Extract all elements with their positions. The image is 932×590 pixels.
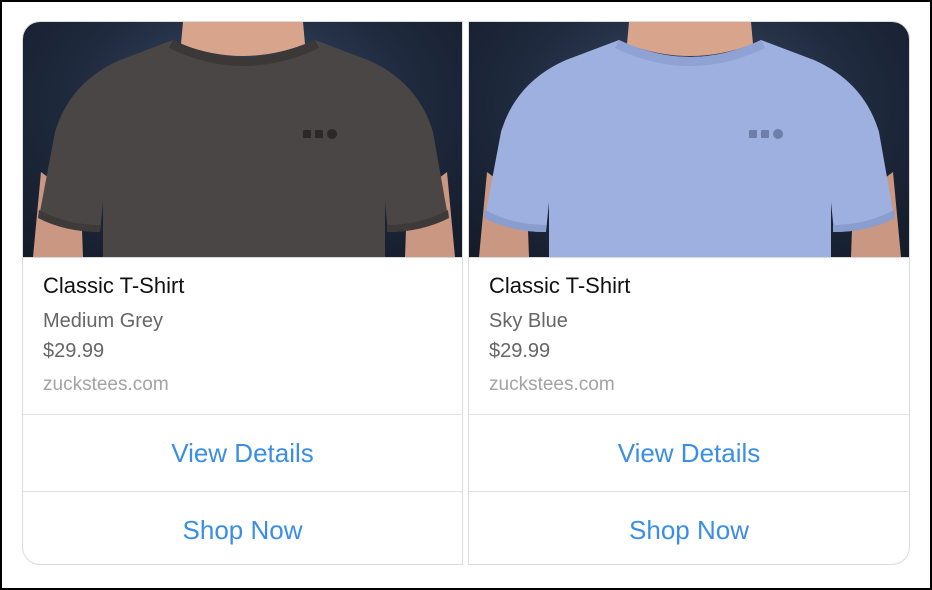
- view-details-button[interactable]: View Details: [23, 414, 462, 491]
- store-domain: zuckstees.com: [489, 374, 615, 395]
- product-card[interactable]: Classic T-Shirt Sky Blue $29.99 zuckstee…: [468, 21, 910, 565]
- tshirt-photo: [33, 22, 455, 257]
- product-price: $29.99: [43, 340, 105, 362]
- product-image[interactable]: [469, 22, 909, 258]
- product-title: Classic T-Shirt: [489, 273, 631, 298]
- product-image[interactable]: [23, 22, 462, 258]
- product-title: Classic T-Shirt: [43, 273, 185, 298]
- product-card[interactable]: Classic T-Shirt Medium Grey $29.99 zucks…: [22, 21, 463, 565]
- product-info[interactable]: Classic T-Shirt Medium Grey $29.99 zucks…: [23, 258, 462, 414]
- view-details-button[interactable]: View Details: [469, 414, 909, 491]
- product-info[interactable]: Classic T-Shirt Sky Blue $29.99 zuckstee…: [469, 258, 909, 414]
- product-variant: Medium Grey: [43, 310, 164, 332]
- tshirt-photo: [479, 22, 901, 257]
- shop-now-button[interactable]: Shop Now: [23, 491, 462, 564]
- product-variant: Sky Blue: [489, 310, 568, 332]
- shop-now-button[interactable]: Shop Now: [469, 491, 909, 564]
- product-carousel[interactable]: Classic T-Shirt Medium Grey $29.99 zucks…: [22, 21, 910, 567]
- store-domain: zuckstees.com: [43, 374, 169, 395]
- product-price: $29.99: [489, 340, 551, 362]
- screenshot-frame: Classic T-Shirt Medium Grey $29.99 zucks…: [0, 0, 932, 590]
